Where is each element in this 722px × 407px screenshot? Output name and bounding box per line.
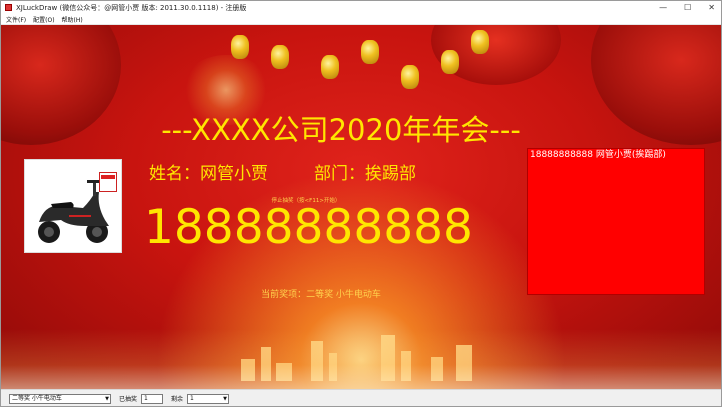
maximize-button[interactable]: ☐ <box>684 3 691 12</box>
minimize-button[interactable]: — <box>659 3 667 12</box>
remaining-select-value: 1 <box>190 394 194 402</box>
drawn-number: 18888888888 <box>144 200 473 255</box>
brand-badge <box>99 172 117 192</box>
light-flare <box>1 329 721 389</box>
menu-bar: 文件(F) 配置(O) 帮助(H) <box>1 14 721 25</box>
menu-config[interactable]: 配置(O) <box>33 15 54 24</box>
prize-select-value: 二等奖 小牛电动车 <box>12 394 62 402</box>
chevron-down-icon: ▼ <box>223 395 228 402</box>
winner-name-label: 姓名：网管小贾 <box>149 164 268 184</box>
title-bar: XJLuckDraw (微信公众号：@网管小贾 版本: 2011.30.0.11… <box>1 1 721 14</box>
menu-help[interactable]: 帮助(H) <box>62 15 83 24</box>
menu-file[interactable]: 文件(F) <box>6 15 26 24</box>
window-controls: — ☐ ✕ <box>659 1 715 14</box>
control-bar: 二等奖 小牛电动车 ▼ 已抽奖 1 剩余 1 ▼ <box>1 389 721 406</box>
drawn-count-input[interactable]: 1 <box>141 393 164 404</box>
event-title: ---XXXX公司2020年年会--- <box>161 113 521 147</box>
app-window: XJLuckDraw (微信公众号：@网管小贾 版本: 2011.30.0.11… <box>0 0 722 407</box>
remaining-select[interactable]: 1 ▼ <box>187 393 230 404</box>
drawn-count-label: 已抽奖 <box>119 396 138 403</box>
lottery-stage: ---XXXX公司2020年年会--- 姓名：网管小贾 部门：挨踢部 停止抽奖（… <box>1 25 721 389</box>
remaining-label: 剩余 <box>171 396 184 403</box>
prize-image <box>24 159 122 253</box>
close-button[interactable]: ✕ <box>708 3 715 12</box>
prize-select[interactable]: 二等奖 小牛电动车 ▼ <box>9 393 111 404</box>
chevron-down-icon: ▼ <box>105 395 109 402</box>
window-title: XJLuckDraw (微信公众号：@网管小贾 版本: 2011.30.0.11… <box>16 3 247 12</box>
list-item[interactable]: 18888888888 网管小贾(挨踢部) <box>528 149 704 162</box>
app-icon <box>5 4 12 11</box>
current-prize-label: 当前奖项：二等奖 小牛电动车 <box>261 290 381 300</box>
winners-list[interactable]: 18888888888 网管小贾(挨踢部) <box>527 148 705 295</box>
winner-department-label: 部门：挨踢部 <box>314 164 416 184</box>
